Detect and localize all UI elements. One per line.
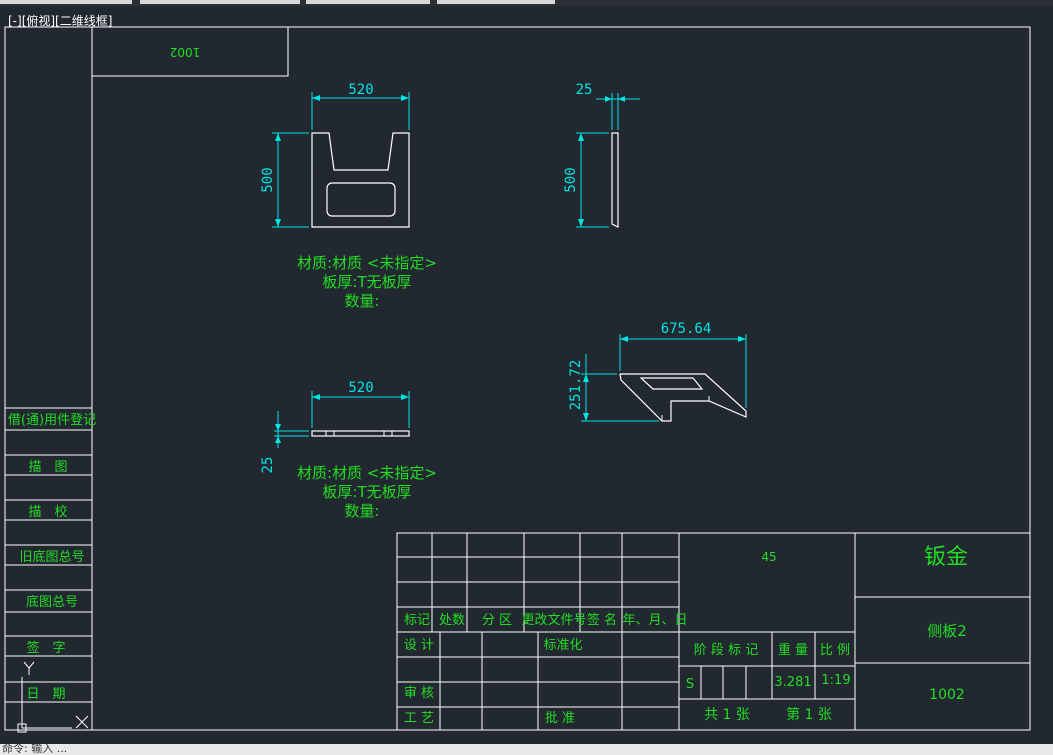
tb-approval-label: 批 准 bbox=[545, 711, 575, 726]
front-view[interactable] bbox=[272, 92, 410, 228]
top-view-outline bbox=[311, 430, 410, 437]
tb-scale-value: 1:19 bbox=[821, 673, 850, 688]
side-item-tracing: 描 图 bbox=[28, 460, 67, 475]
drawing-canvas[interactable]: 1002 借(通)用件登记 描 图 描 校 旧底图总号 底图总号 签 字 日 期 bbox=[0, 0, 1053, 755]
note-quantity: 数量: bbox=[344, 292, 379, 310]
tb-header-mark: 标记 bbox=[404, 613, 430, 628]
command-line[interactable]: 命令: 输入 ... bbox=[0, 744, 1053, 755]
note-thickness-2: 板厚:T无板厚 bbox=[322, 483, 411, 501]
tb-material-name: 钣金 bbox=[924, 545, 968, 570]
tb-process-label: 工 艺 bbox=[404, 711, 434, 726]
tb-header-date: 年、月、日 bbox=[622, 613, 687, 628]
iso-height-dimension: 251.72 bbox=[568, 360, 584, 411]
side-item-registration: 借(通)用件登记 bbox=[8, 413, 96, 428]
side-height-dimension: 500 bbox=[563, 167, 579, 192]
tb-stage-mark-label: 阶 段 标 记 bbox=[694, 643, 758, 658]
side-item-base-number: 底图总号 bbox=[26, 594, 78, 610]
iso-length-dimension: 675.64 bbox=[661, 321, 712, 337]
tb-header-zone: 分 区 bbox=[482, 613, 512, 628]
iso-view-cutout bbox=[639, 377, 704, 390]
note-quantity-2: 数量: bbox=[344, 502, 379, 520]
note-thickness: 板厚:T无板厚 bbox=[322, 273, 411, 291]
tb-scale-label: 比 例 bbox=[820, 643, 850, 658]
tb-header-change-doc: 更改文件号 bbox=[521, 613, 586, 628]
note-material-2: 材质:材质 <未指定> bbox=[297, 464, 437, 482]
tb-material-code: 45 bbox=[761, 550, 776, 564]
side-item-old-base-number: 旧底图总号 bbox=[19, 549, 84, 565]
tb-part-name: 侧板2 bbox=[927, 622, 967, 640]
tb-weight-value: 3.281 bbox=[774, 675, 811, 690]
side-thickness-dimension: 25 bbox=[576, 82, 593, 98]
top-view[interactable] bbox=[274, 391, 410, 448]
side-item-signature: 签 字 bbox=[26, 640, 65, 656]
isometric-view[interactable] bbox=[581, 334, 747, 422]
tb-part-number: 1002 bbox=[929, 687, 965, 703]
front-view-cutout bbox=[326, 182, 396, 217]
top-thickness-dimension: 25 bbox=[260, 457, 276, 474]
outer-frame bbox=[4, 26, 1031, 731]
front-width-dimension: 520 bbox=[348, 82, 373, 98]
tb-header-count: 处数 bbox=[439, 613, 465, 628]
command-line-text: 命令: 输入 ... bbox=[2, 744, 68, 755]
part-code-mirrored: 1002 bbox=[170, 45, 201, 59]
side-item-date: 日 期 bbox=[26, 687, 65, 702]
tb-sheets-total: 共 1 张 bbox=[704, 707, 750, 723]
tb-header-signature: 签 名 bbox=[587, 612, 617, 628]
tb-weight-label: 重 量 bbox=[778, 642, 808, 658]
side-view-outline bbox=[611, 132, 619, 228]
side-item-trace-check: 描 校 bbox=[28, 504, 67, 520]
tb-review-label: 审 核 bbox=[404, 686, 434, 701]
side-view[interactable] bbox=[576, 93, 640, 228]
tb-standardization-label: 标准化 bbox=[543, 638, 582, 653]
tb-sheet-current: 第 1 张 bbox=[786, 706, 832, 723]
top-width-dimension: 520 bbox=[348, 380, 373, 396]
tb-design-label: 设 计 bbox=[404, 638, 434, 653]
tb-stage-value: S bbox=[686, 677, 694, 692]
front-height-dimension: 500 bbox=[260, 167, 276, 192]
iso-view-outline bbox=[619, 373, 747, 422]
note-material: 材质:材质 <未指定> bbox=[297, 254, 437, 272]
